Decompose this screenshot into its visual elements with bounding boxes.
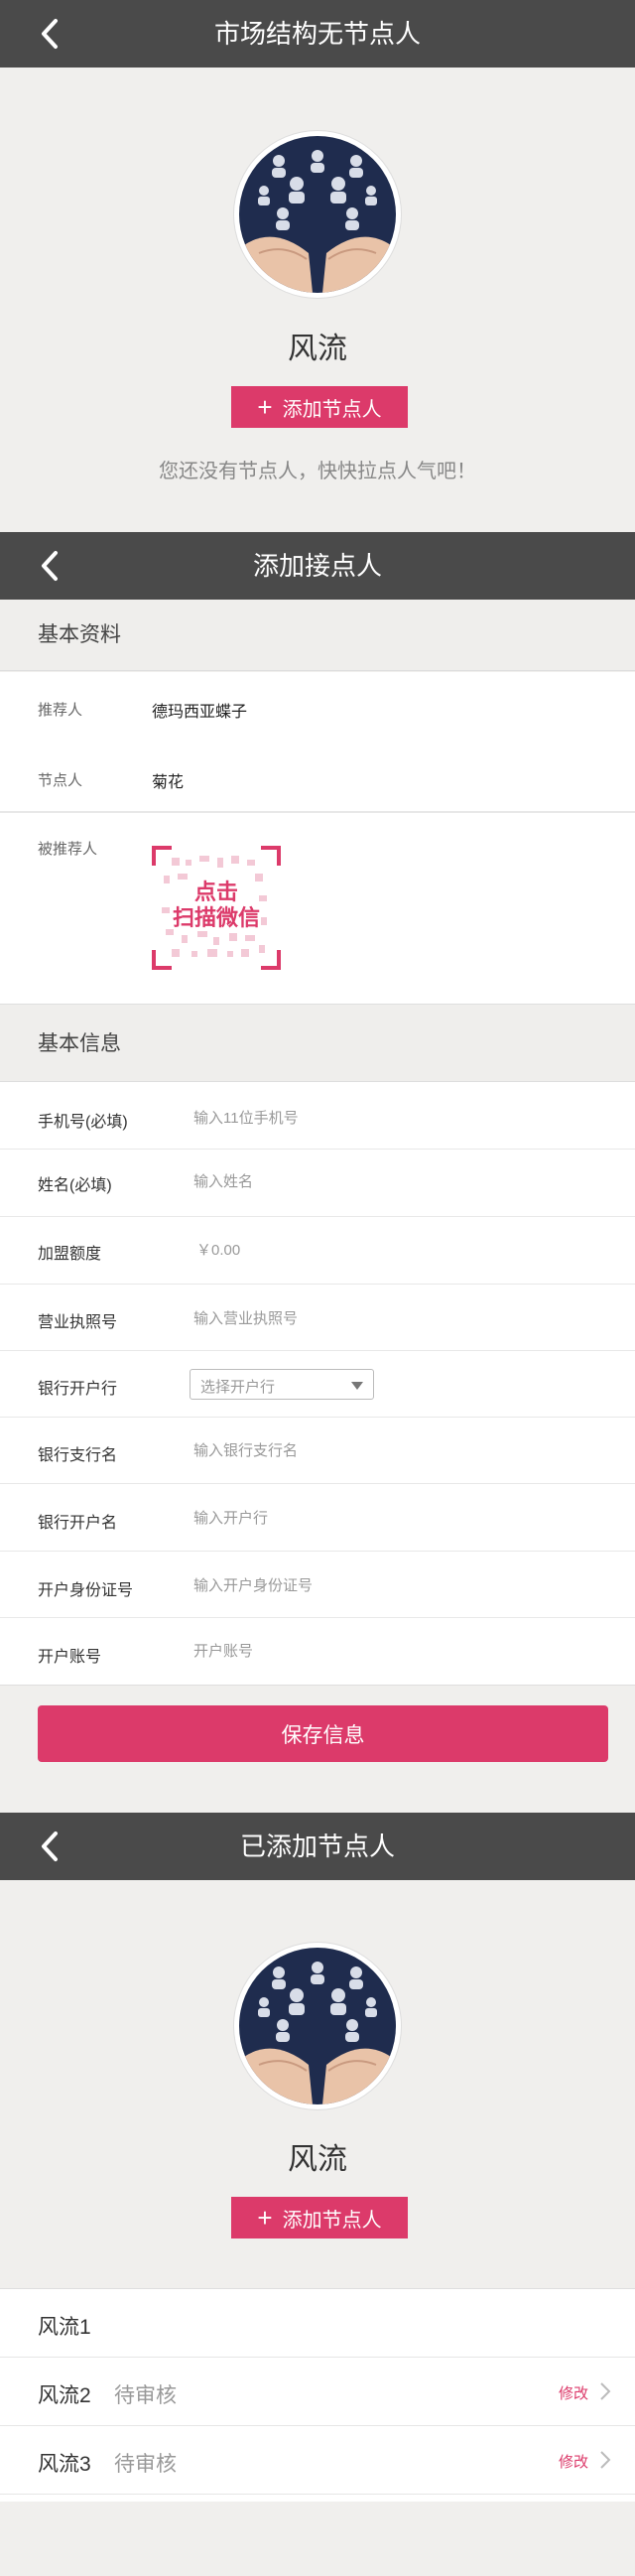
field-account-number-label: 开户账号	[38, 1649, 102, 1666]
field-phone: 手机号(必填) 输入11位手机号	[0, 1082, 635, 1150]
add-button-label: 添加节点人	[282, 2209, 382, 2232]
field-name-label: 姓名(必填)	[38, 1177, 112, 1194]
list-item[interactable]: 风流2 待审核 修改	[0, 2358, 635, 2426]
navbar-added-nodes: 已添加节点人	[0, 1813, 635, 1880]
section-heading-label: 基本信息	[38, 1032, 121, 1055]
dropdown-caret-icon	[351, 1382, 363, 1390]
field-bank-branch-label: 银行支行名	[38, 1447, 118, 1464]
franchise-amount-input[interactable]: ￥0.00	[196, 1239, 240, 1260]
field-business-license-label: 营业执照号	[38, 1314, 118, 1331]
name-input[interactable]: 输入姓名	[193, 1170, 253, 1191]
navbar-add-contact: 添加接点人	[0, 532, 635, 600]
navbar-market-structure: 市场结构无节点人	[0, 0, 635, 68]
bank-select-value: 选择开户行	[200, 1379, 276, 1396]
avatar	[234, 1943, 401, 2109]
field-business-license: 营业执照号 输入营业执照号	[0, 1285, 635, 1351]
field-franchise-amount: 加盟额度 ￥0.00	[0, 1217, 635, 1285]
referrer-value: 德玛西亚蝶子	[152, 704, 248, 721]
edit-link[interactable]: 修改	[559, 2382, 588, 2403]
page-title: 已添加节点人	[239, 1831, 395, 1861]
list-item[interactable]: 风流1	[0, 2289, 635, 2358]
list-item-name: 风流1	[38, 2316, 91, 2339]
section-heading-basic-info: 基本信息	[0, 1004, 635, 1082]
field-bank-label: 银行开户行	[38, 1381, 118, 1398]
field-account-name: 银行开户名 输入开户行	[0, 1484, 635, 1552]
status-badge: 待审核	[114, 2384, 177, 2407]
field-account-name-label: 银行开户名	[38, 1515, 118, 1532]
empty-hint: 您还没有节点人，快快拉点人气吧！	[159, 461, 476, 482]
field-account-number: 开户账号 开户账号	[0, 1618, 635, 1686]
chevron-right-icon	[600, 2451, 611, 2469]
field-franchise-amount-label: 加盟额度	[38, 1246, 102, 1263]
account-name-input[interactable]: 输入开户行	[193, 1507, 268, 1528]
business-license-input[interactable]: 输入营业执照号	[193, 1307, 298, 1328]
page-title: 市场结构无节点人	[213, 19, 421, 49]
username: 风流	[288, 333, 347, 365]
edit-link[interactable]: 修改	[559, 2451, 588, 2472]
node-person-value: 菊花	[152, 774, 185, 791]
field-name: 姓名(必填) 输入姓名	[0, 1150, 635, 1217]
field-phone-label: 手机号(必填)	[38, 1114, 128, 1131]
node-person-label: 节点人	[38, 772, 83, 789]
qr-text-line2: 扫描微信	[173, 905, 260, 930]
add-node-person-button[interactable]: + 添加节点人	[231, 386, 408, 428]
field-id-number-label: 开户身份证号	[38, 1582, 134, 1599]
list-item-name: 风流3	[38, 2453, 91, 2476]
avatar	[234, 131, 401, 298]
row-node-person: 节点人 菊花	[0, 746, 635, 812]
referrer-label: 推荐人	[38, 702, 83, 719]
section-heading-basic-profile: 基本资料	[0, 600, 635, 671]
qr-code-icon[interactable]: 点击 扫描微信	[152, 846, 281, 970]
plus-icon: +	[257, 2203, 273, 2233]
bank-branch-input[interactable]: 输入银行支行名	[193, 1439, 298, 1460]
field-id-number: 开户身份证号 输入开户身份证号	[0, 1552, 635, 1618]
phone-input[interactable]: 输入11位手机号	[193, 1107, 299, 1128]
username: 风流	[288, 2143, 347, 2176]
plus-icon: +	[257, 392, 273, 422]
save-button[interactable]: 保存信息	[38, 1705, 608, 1762]
field-bank-branch: 银行支行名 输入银行支行名	[0, 1418, 635, 1484]
list-item-name: 风流2	[38, 2384, 91, 2407]
section-heading-label: 基本资料	[38, 623, 121, 646]
row-referee: 被推荐人	[0, 812, 635, 1004]
page-title: 添加接点人	[252, 551, 382, 581]
referee-label: 被推荐人	[38, 841, 98, 858]
qr-text-line1: 点击	[194, 880, 238, 904]
bank-select[interactable]: 选择开户行	[190, 1369, 374, 1400]
list-item[interactable]: 风流3 待审核 修改	[0, 2426, 635, 2495]
add-node-person-button[interactable]: + 添加节点人	[231, 2197, 408, 2238]
id-number-input[interactable]: 输入开户身份证号	[193, 1574, 313, 1595]
account-number-input[interactable]: 开户账号	[193, 1640, 253, 1661]
chevron-right-icon	[600, 2382, 611, 2400]
status-badge: 待审核	[114, 2453, 177, 2476]
add-button-label: 添加节点人	[282, 398, 382, 421]
